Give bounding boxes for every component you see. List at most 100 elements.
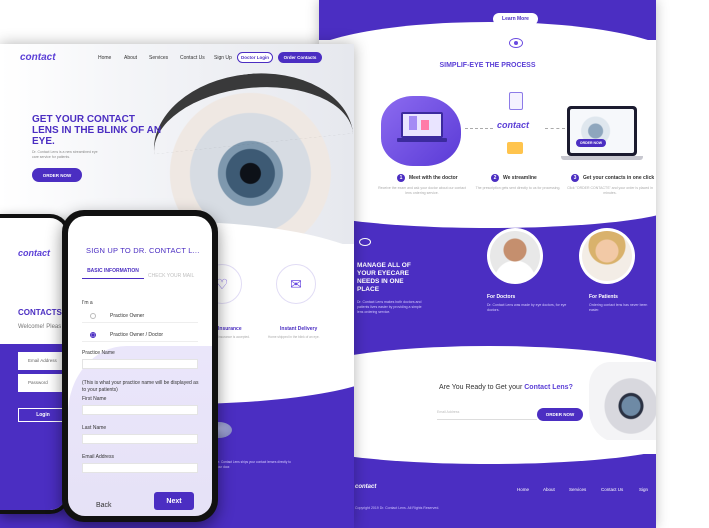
step-description: Click "ORDER CONTACTS" and your order is… [567,186,653,195]
footer-nav-contact[interactable]: Contact Us [601,487,623,492]
role-option-practice-owner[interactable]: Practice Owner [82,309,198,323]
patient-photo [582,231,632,281]
step-connector [545,128,565,129]
tab-check-your-mail[interactable]: CHECK YOUR MAIL [148,273,194,279]
laptop-order-illustration: ORDER NOW [561,106,643,160]
cta-question: Are You Ready to Get your Contact Lens? [439,384,573,391]
email-field[interactable] [82,463,198,473]
doctor-portrait [487,228,543,284]
back-button[interactable]: Back [96,502,112,509]
login-button[interactable]: Login [18,408,66,422]
first-name-field[interactable] [82,405,198,415]
landing-page-right: Learn More SIMPLIF-EYE THE PROCESS conta… [319,0,656,528]
logo: contact [497,120,530,130]
radio-button[interactable] [90,312,96,319]
order-now-button[interactable]: ORDER NOW [32,168,82,182]
radio-label: Practice Owner / Doctor [110,331,164,338]
first-name-label: First Name [82,396,107,402]
nav-contact[interactable]: Contact Us [180,55,205,61]
phone-signup-mockup: SIGN UP TO DR. CONTACT L... BASIC INFORM… [62,210,218,522]
doctor-photo [490,231,540,281]
nav-services[interactable]: Services [149,55,168,61]
nav-signup[interactable]: Sign Up [214,55,232,61]
eye-photo [589,362,656,442]
cta-question-text: Are You Ready to Get your [439,384,525,391]
chart-bar [421,120,429,130]
learn-more-button[interactable]: Learn More [493,13,538,25]
manage-title: MANAGE ALL OF YOUR EYECARE NEEDS IN ONE … [357,262,411,293]
order-contacts-button[interactable]: Order Contacts [278,52,322,63]
for-patients-description: Ordering contact lens has never been eas… [589,303,648,312]
step-number: 1 [397,174,405,182]
footer-logo[interactable]: contact [355,484,376,490]
for-doctors-title: For Doctors [487,294,516,300]
streamline-illustration: contact [497,90,547,160]
chart-bar [409,116,417,130]
welcome-text: Welcome! Pleas [18,324,62,330]
feature-insurance-title: Insurance [218,326,242,332]
next-button[interactable]: Next [154,492,194,510]
tab-basic-information[interactable]: BASIC INFORMATION [82,268,144,279]
eye-icon [509,38,523,48]
last-name-field[interactable] [82,434,198,444]
step-description: The prescription gets sent directly to u… [475,186,561,190]
footer-nav-about[interactable]: About [543,487,555,492]
practice-name-note: (This is what your practice name will be… [82,380,199,393]
login-title: CONTACTS [18,308,62,317]
role-option-practice-owner-doctor[interactable]: Practice Owner / Doctor [82,328,198,342]
brand-logo[interactable]: contact [20,52,56,63]
patient-portrait [579,228,635,284]
signup-title: SIGN UP TO DR. CONTACT L... [86,246,200,255]
phone-screen: SIGN UP TO DR. CONTACT L... BASIC INFORM… [68,216,212,516]
step-number: 3 [571,174,579,182]
practice-name-label: Practice Name [82,350,115,356]
eye-icon [359,238,371,246]
manage-description: Dr. Contact Lens makes both doctors and … [357,300,422,314]
phone-screen: contact CONTACTS Welcome! Pleas Email Ad… [0,218,66,510]
footer-nav-signup[interactable]: Sign [639,487,648,492]
step-label: Get your contacts in one click [583,175,655,181]
last-name-label: Last Name [82,425,107,431]
process-title: SIMPLIF-EYE THE PROCESS [439,62,536,69]
radio-label: Practice Owner [110,312,145,319]
doctor-illustration [381,96,461,166]
step-1: 1 Meet with the doctor [397,174,458,182]
step-description: Receive the exam and ask your doctor abo… [378,186,466,195]
cta-question-highlight: Contact Lens? [524,384,573,391]
laptop-screen: ORDER NOW [570,109,634,153]
clipboard-icon [509,92,523,110]
email-label: Email Address [82,454,114,460]
envelope-icon: ✉ [276,264,316,304]
step-3: 3 Get your contacts in one click [571,174,654,182]
doctor-login-button[interactable]: Doctor Login [237,52,273,63]
step-connector [465,128,493,129]
practice-name-field[interactable] [82,359,198,369]
step-2: 2 We streamline [491,174,537,182]
nav-home[interactable]: Home [98,55,111,61]
nav-about[interactable]: About [124,55,137,61]
phone-login-mockup: contact CONTACTS Welcome! Pleas Email Ad… [0,214,70,514]
feature-insurance-desc: Insurance is accepted. [218,335,250,339]
feature-delivery-desc: Home shipped in the blink of an eye. [268,335,320,339]
order-now-screen-button: ORDER NOW [576,139,606,147]
hero-headline: GET YOUR CONTACT LENS IN THE BLINK OF AN… [32,114,162,147]
email-input[interactable]: Email Address [18,352,66,370]
step-number: 2 [491,174,499,182]
app-logo: contact [18,248,51,258]
background-shape [68,346,212,516]
feature-delivery-title: Instant Delivery [280,326,318,332]
footer-nav-services[interactable]: Services [569,487,586,492]
copyright: Copyright 2019 Dr. Contact Lens. All Rig… [355,506,440,510]
cta-order-now-button[interactable]: ORDER NOW [537,408,583,421]
laptop-base [561,156,643,160]
hero-subtext: Dr. Contact Lens is a new streamlined ey… [32,150,98,159]
package-icon [507,142,523,154]
cta-email-input[interactable]: Email Address [437,406,537,420]
for-patients-title: For Patients [589,294,618,300]
step-label: We streamline [503,175,537,181]
section-text: Dr. Contact Lens ships your contact lens… [216,460,291,469]
password-input[interactable]: Password [18,374,66,392]
radio-button-selected[interactable] [90,331,96,338]
step-label: Meet with the doctor [409,175,458,181]
footer-nav-home[interactable]: Home [517,487,529,492]
